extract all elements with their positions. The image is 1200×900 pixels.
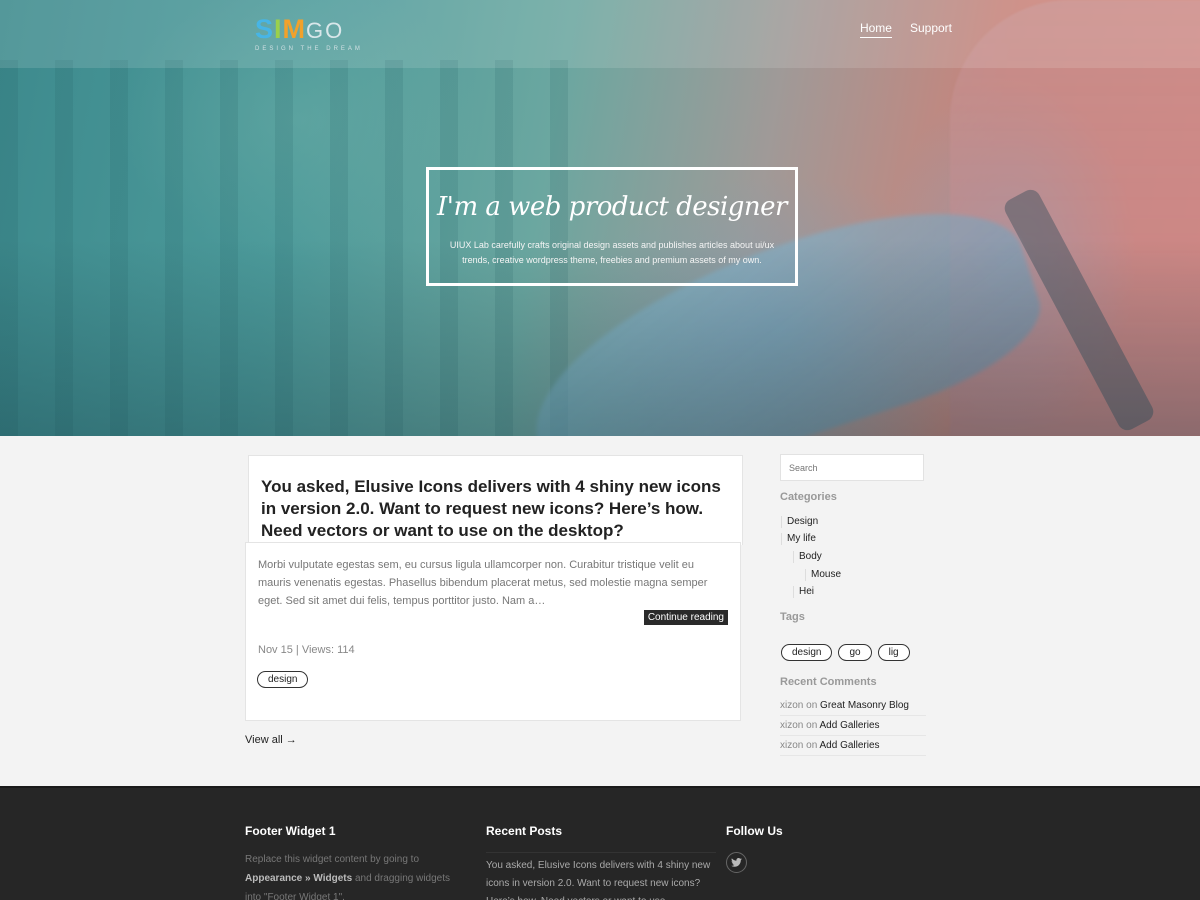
- tags-heading: Tags: [780, 611, 805, 623]
- nav-home[interactable]: Home: [859, 21, 892, 38]
- tag-go[interactable]: go: [838, 644, 872, 661]
- continue-reading-button[interactable]: Continue reading: [643, 610, 728, 625]
- logo-tagline: DESIGN THE DREAM: [255, 46, 363, 52]
- hero-banner: SIMGO DESIGN THE DREAM Home Support I'm …: [0, 0, 1200, 436]
- recent-comment: xizon on Add Galleries: [780, 740, 926, 756]
- footer-widget-1-title: Footer Widget 1: [245, 824, 336, 838]
- nav-support[interactable]: Support: [910, 21, 952, 38]
- hero-title: I'm a web product designer: [437, 192, 787, 222]
- site-logo[interactable]: SIMGO DESIGN THE DREAM: [255, 15, 363, 52]
- tag-design[interactable]: design: [781, 644, 833, 661]
- post-excerpt: Morbi vulputate egestas sem, eu cursus l…: [258, 559, 708, 607]
- comment-post-link[interactable]: Add Galleries: [820, 740, 880, 751]
- search-input[interactable]: [780, 454, 924, 481]
- hero-intro-box: I'm a web product designer UIUX Lab care…: [426, 167, 798, 286]
- top-bar: SIMGO DESIGN THE DREAM Home Support: [0, 0, 1200, 68]
- post-title[interactable]: You asked, Elusive Icons delivers with 4…: [249, 456, 742, 542]
- category-hei[interactable]: Hei: [793, 586, 814, 598]
- category-body[interactable]: Body: [793, 551, 822, 563]
- footer-widget-1-text: Replace this widget content by going to …: [245, 854, 451, 900]
- recent-comments-heading: Recent Comments: [780, 676, 877, 688]
- hero-subtitle: UIUX Lab carefully crafts original desig…: [449, 240, 775, 265]
- view-all-link[interactable]: View all →: [245, 734, 297, 746]
- footer-recent-posts-title: Recent Posts: [486, 824, 563, 838]
- comment-post-link[interactable]: Add Galleries: [820, 720, 880, 731]
- comment-post-link[interactable]: Great Masonry Blog: [820, 700, 909, 711]
- recent-comment: xizon on Add Galleries: [780, 720, 926, 736]
- footer-follow-title: Follow Us: [726, 824, 783, 838]
- post-tag-design[interactable]: design: [257, 671, 309, 688]
- main-nav: Home Support: [859, 21, 952, 38]
- post-meta: Nov 15 | Views: 114: [258, 644, 355, 656]
- site-footer: Footer Widget 1 Replace this widget cont…: [0, 786, 1200, 900]
- category-design[interactable]: Design: [781, 516, 818, 528]
- recent-comment: xizon on Great Masonry Blog: [780, 700, 926, 716]
- tag-lig[interactable]: lig: [877, 644, 910, 661]
- category-mouse[interactable]: Mouse: [805, 569, 841, 581]
- twitter-icon[interactable]: [726, 852, 747, 873]
- footer-recent-post-link[interactable]: You asked, Elusive Icons delivers with 4…: [486, 852, 716, 900]
- tag-cloud: design go lig: [781, 644, 910, 661]
- categories-heading: Categories: [780, 491, 837, 503]
- post-card-body: Morbi vulputate egestas sem, eu cursus l…: [245, 542, 741, 721]
- post-card-header: You asked, Elusive Icons delivers with 4…: [248, 455, 743, 545]
- category-my-life[interactable]: My life: [781, 533, 816, 545]
